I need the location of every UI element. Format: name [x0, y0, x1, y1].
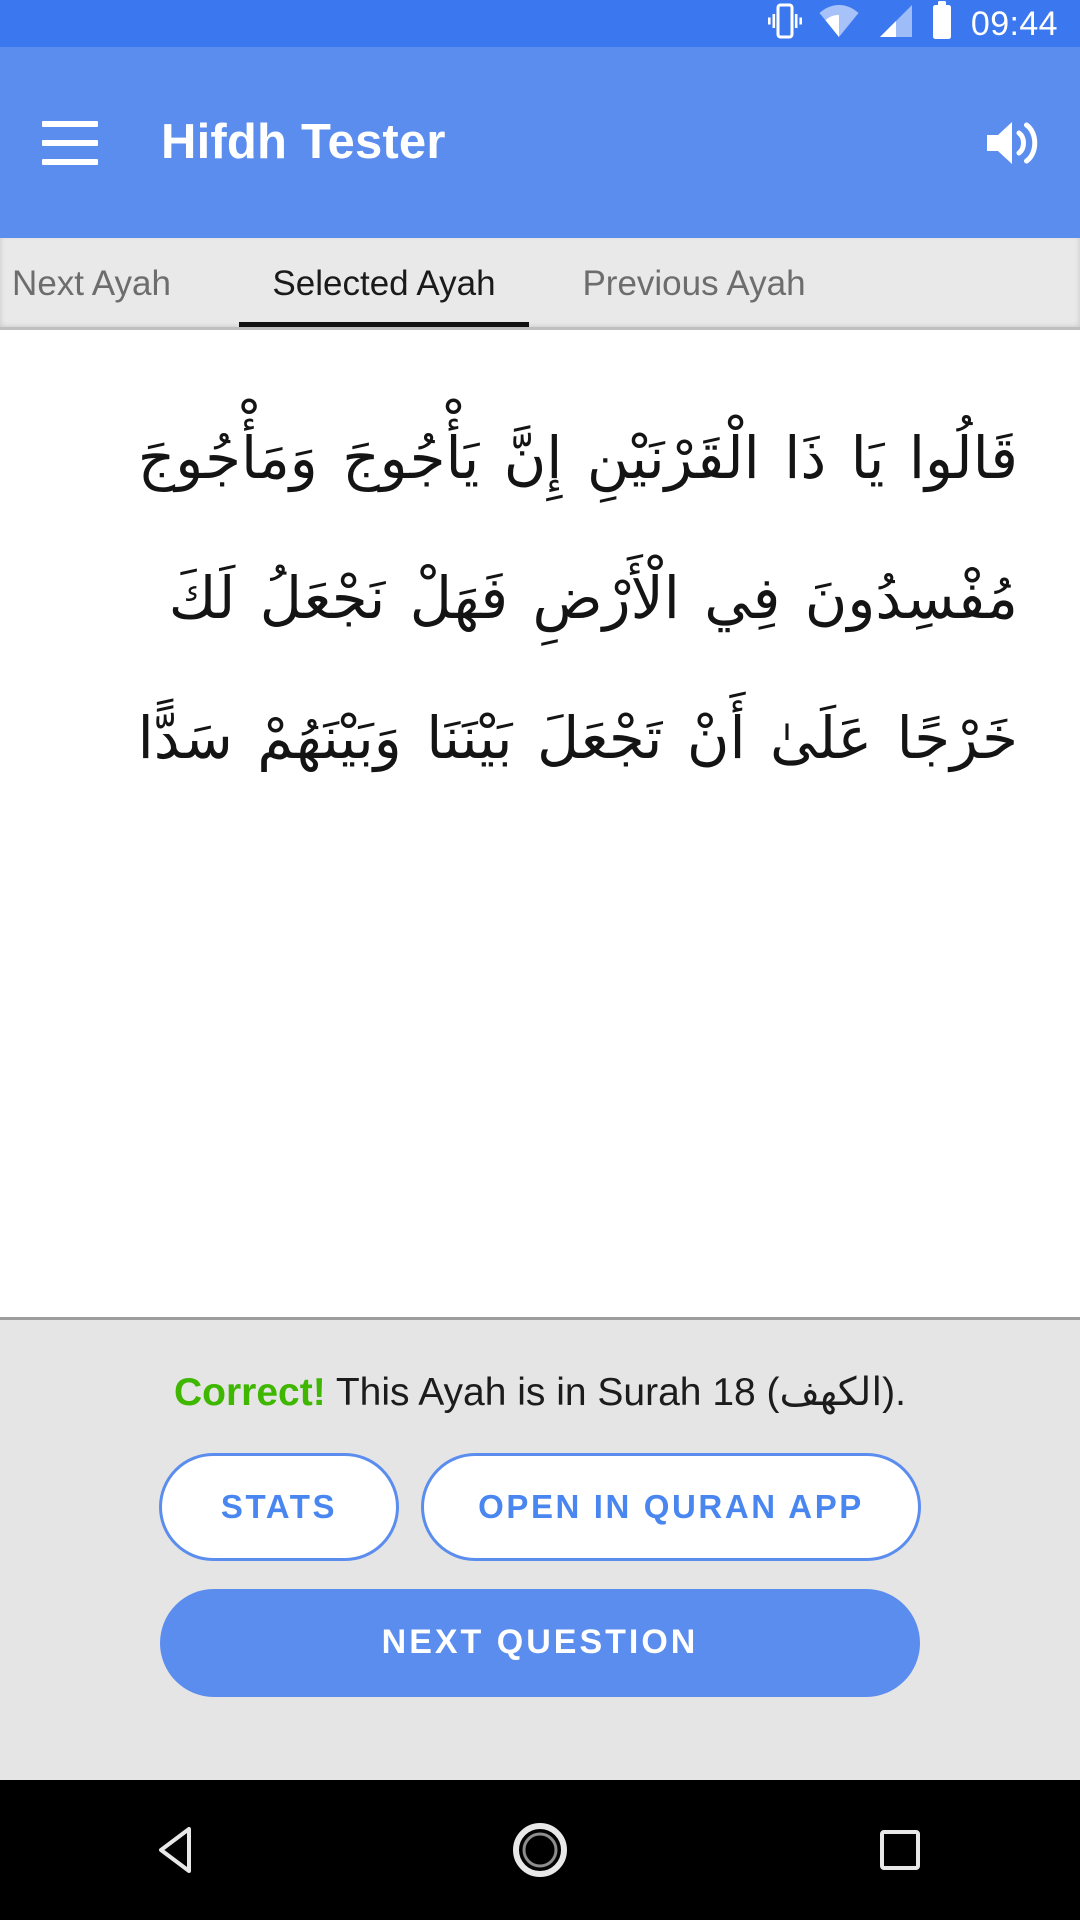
- stats-button[interactable]: STATS: [159, 1452, 399, 1561]
- ayah-arabic-text: قَالُوا يَا ذَا الْقَرْنَيْنِ إِنَّ يَأْ…: [137, 424, 1018, 772]
- system-navigation-bar: [0, 1780, 1080, 1920]
- tab-label: Selected Ayah: [272, 264, 496, 303]
- back-triangle-icon[interactable]: [120, 1790, 240, 1910]
- recents-square-icon[interactable]: [840, 1790, 960, 1910]
- tab-label: Next Ayah: [12, 264, 171, 303]
- tab-selected-ayah[interactable]: Selected Ayah: [239, 238, 529, 330]
- battery-icon: [931, 1, 953, 46]
- status-bar-icons: [767, 1, 953, 46]
- status-bar: 09:44: [0, 0, 1080, 47]
- result-message-prefix: This Ayah is in Surah 18 (: [325, 1371, 780, 1414]
- tab-next-ayah[interactable]: Next Ayah: [0, 238, 239, 330]
- result-message: Correct! This Ayah is in Surah 18 (الكهف…: [174, 1370, 906, 1415]
- next-question-button[interactable]: NEXT QUESTION: [160, 1588, 920, 1697]
- vibrate-icon: [767, 1, 802, 46]
- result-panel: Correct! This Ayah is in Surah 18 (الكهف…: [0, 1320, 1080, 1782]
- home-circle-icon[interactable]: [480, 1790, 600, 1910]
- ayah-content-panel[interactable]: قَالُوا يَا ذَا الْقَرْنَيْنِ إِنَّ يَأْ…: [0, 330, 1080, 1320]
- open-in-quran-app-button[interactable]: OPEN IN QURAN APP: [421, 1452, 921, 1561]
- page-title: Hifdh Tester: [161, 115, 446, 169]
- cell-signal-icon: [876, 3, 914, 44]
- result-verdict: Correct!: [174, 1371, 326, 1414]
- volume-up-icon[interactable]: [978, 110, 1044, 176]
- app-bar: Hifdh Tester: [0, 47, 1080, 238]
- tab-label: Previous Ayah: [582, 264, 806, 303]
- tab-previous-ayah[interactable]: Previous Ayah: [529, 238, 859, 330]
- result-surah-name-arabic: الكهف: [779, 1370, 883, 1415]
- result-message-suffix: ).: [882, 1371, 906, 1414]
- hamburger-menu-icon[interactable]: [42, 114, 100, 172]
- status-bar-clock: 09:44: [970, 4, 1058, 43]
- tab-bar[interactable]: Next Ayah Selected Ayah Previous Ayah: [0, 238, 1080, 330]
- action-button-row: STATS OPEN IN QURAN APP: [159, 1452, 921, 1561]
- wifi-icon: [819, 3, 859, 44]
